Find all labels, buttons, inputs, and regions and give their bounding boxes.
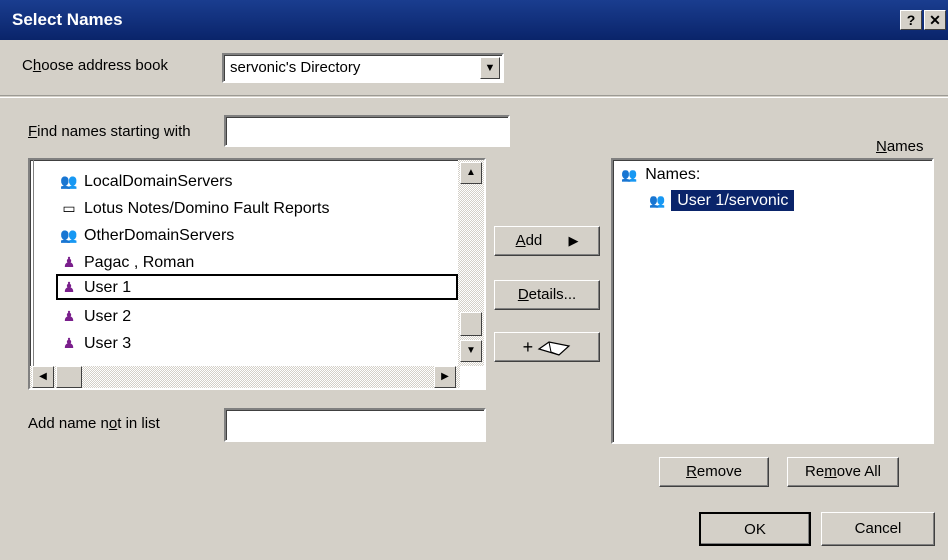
cancel-button[interactable]: Cancel: [821, 512, 935, 546]
add-button[interactable]: Add ▶: [494, 226, 600, 256]
folder-icon: ▭: [62, 200, 76, 216]
ok-button[interactable]: OK: [699, 512, 811, 546]
names-tree[interactable]: 👥 Names: 👥 User 1/servonic: [611, 158, 934, 444]
person-icon: ♟: [62, 279, 76, 295]
address-book-value: servonic's Directory: [230, 59, 361, 76]
tree-root[interactable]: 👥 Names:: [621, 166, 700, 184]
list-item[interactable]: ♟ Pagac , Roman: [60, 249, 195, 275]
scroll-up-icon[interactable]: ▲: [460, 162, 482, 184]
address-book-label: Choose address book: [22, 57, 168, 74]
details-button[interactable]: Details...: [494, 280, 600, 310]
add-to-address-book-button[interactable]: +: [494, 332, 600, 362]
scroll-right-icon[interactable]: ▶: [434, 366, 456, 388]
person-icon: ♟: [62, 335, 76, 351]
scroll-thumb[interactable]: [460, 312, 482, 336]
horizontal-scrollbar[interactable]: ◀ ▶: [30, 366, 460, 388]
scroll-thumb-h[interactable]: [56, 366, 82, 388]
add-name-label: Add name not in list: [28, 415, 160, 432]
find-names-label: Find names starting with: [28, 123, 191, 140]
add-name-input[interactable]: [224, 408, 486, 442]
list-item[interactable]: ♟ User 3: [60, 330, 131, 356]
close-button[interactable]: ✕: [924, 10, 946, 30]
remove-all-button[interactable]: Remove All: [787, 457, 899, 487]
list-item[interactable]: 👥 LocalDomainServers: [60, 168, 232, 194]
person-icon: ♟: [62, 308, 76, 324]
scroll-down-icon[interactable]: ▼: [460, 340, 482, 362]
tree-child[interactable]: 👥 User 1/servonic: [649, 190, 795, 211]
people-icon: 👥: [621, 167, 638, 182]
people-icon: 👥: [649, 193, 666, 208]
address-book-icon: [537, 341, 571, 356]
list-item[interactable]: ♟ User 2: [60, 303, 131, 329]
list-item-selected[interactable]: ♟ User 1: [56, 274, 458, 300]
group-icon: 👥: [60, 227, 78, 243]
address-book-combo[interactable]: servonic's Directory ▼: [222, 53, 504, 83]
window-title: Select Names: [12, 10, 123, 29]
directory-list[interactable]: 👥 LocalDomainServers ▭ Lotus Notes/Domino …: [28, 158, 486, 390]
group-icon: 👥: [60, 173, 78, 189]
tree-child-selected[interactable]: User 1/servonic: [671, 190, 795, 211]
list-gutter: [30, 160, 34, 368]
help-button[interactable]: ?: [900, 10, 922, 30]
chevron-down-icon[interactable]: ▼: [480, 57, 500, 79]
person-icon: ♟: [62, 254, 76, 270]
names-header: Names: [876, 138, 924, 155]
scroll-left-icon[interactable]: ◀: [32, 366, 54, 388]
divider: [0, 97, 948, 98]
vertical-scrollbar[interactable]: ▲ ▼: [458, 160, 484, 366]
title-bar: Select Names ? ✕: [0, 0, 948, 40]
remove-button[interactable]: Remove: [659, 457, 769, 487]
list-item[interactable]: 👥 OtherDomainServers: [60, 222, 234, 248]
list-item[interactable]: ▭ Lotus Notes/Domino Fault Reports: [60, 195, 329, 221]
arrow-right-icon: ▶: [568, 233, 579, 248]
find-names-input[interactable]: [224, 115, 510, 147]
